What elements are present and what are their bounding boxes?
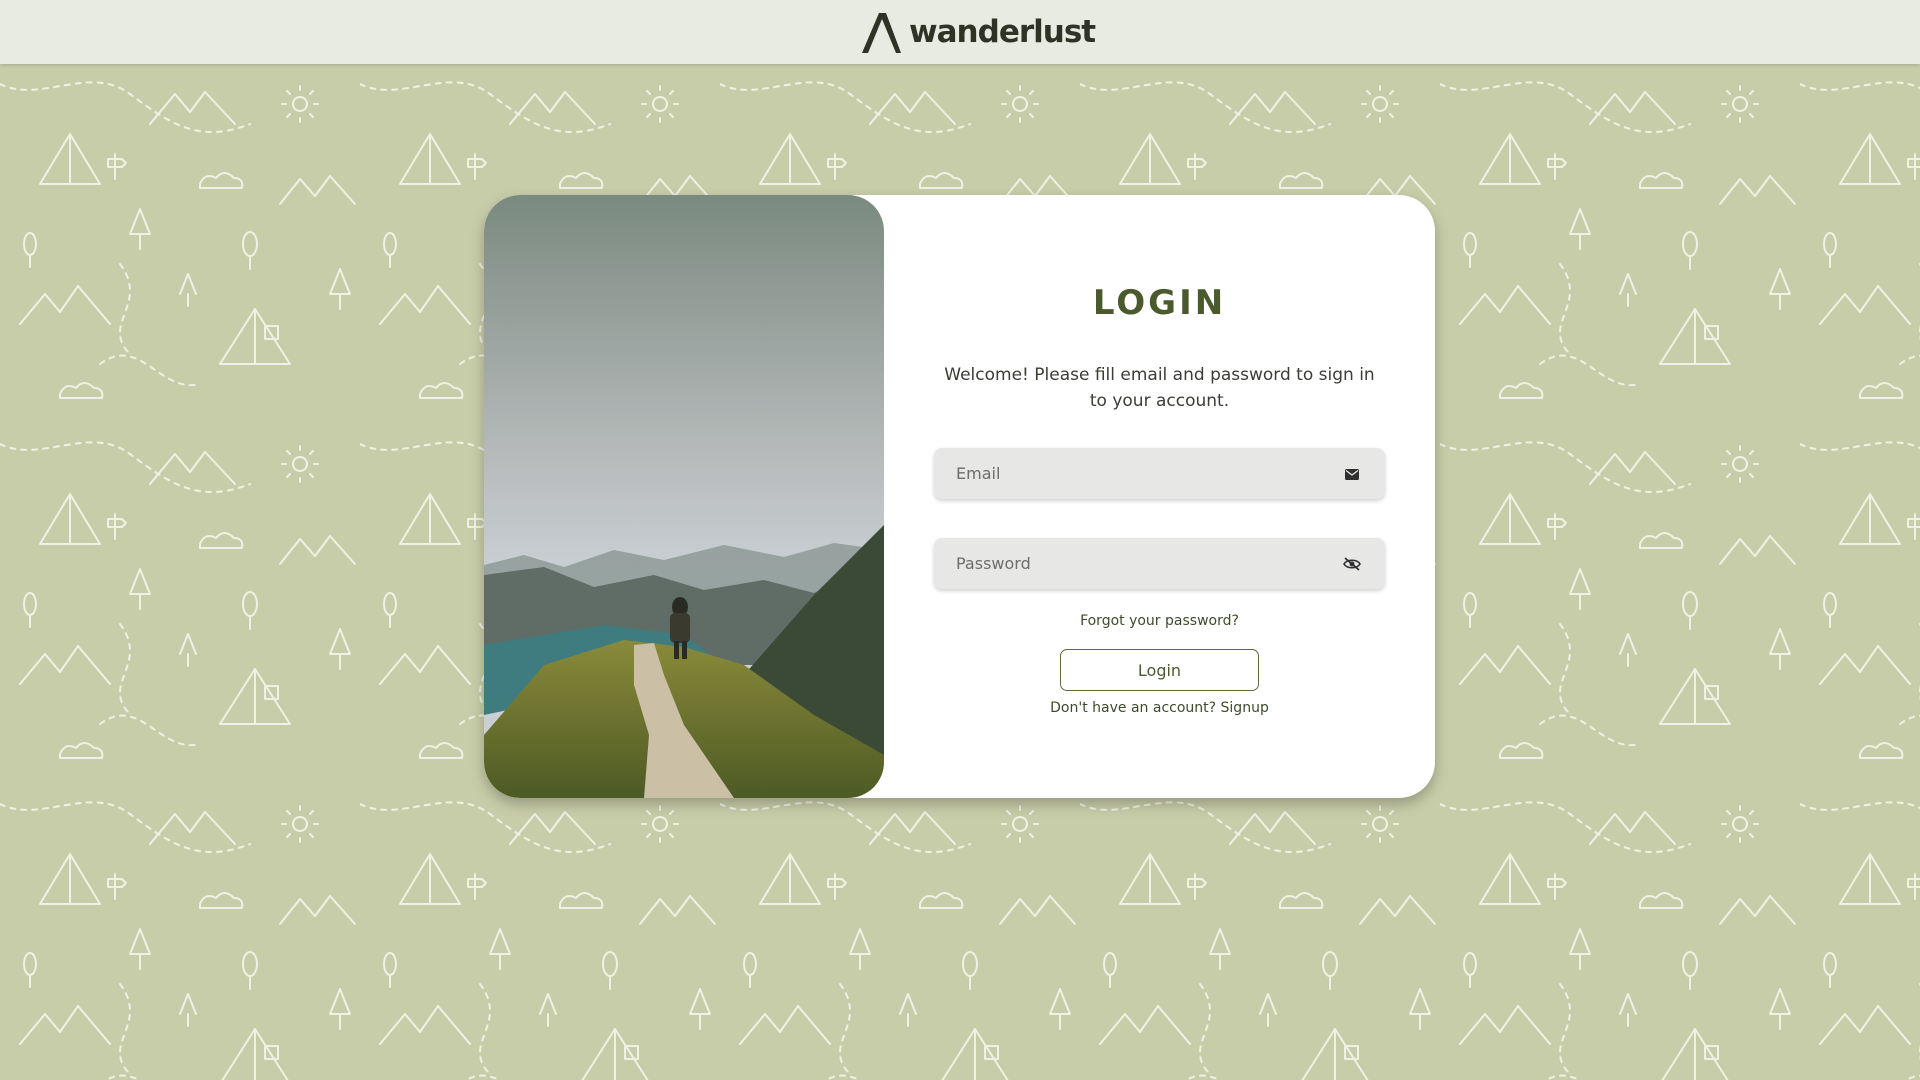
forgot-password-link[interactable]: Forgot your password? [884,613,1435,629]
brand-logo[interactable]: wanderlust [859,9,1096,55]
signup-link[interactable]: Signup [1221,700,1269,716]
mountain-logo-icon [862,13,901,53]
password-field [934,538,1385,589]
email-input[interactable] [934,448,1336,499]
hiker-photo [484,195,884,798]
top-bar: wanderlust [0,0,1920,64]
brand-name: wanderlust [909,14,1096,50]
login-form: LOGIN Welcome! Please fill email and pas… [884,195,1435,798]
login-button[interactable]: Login [1060,649,1259,691]
login-title: LOGIN [1092,283,1227,323]
welcome-text: Welcome! Please fill email and password … [944,365,1375,411]
login-card: LOGIN Welcome! Please fill email and pas… [484,195,1435,798]
email-field [934,448,1385,499]
signup-prompt: Don't have an account? Signup [884,700,1435,716]
envelope-icon [1341,463,1363,485]
eye-slash-icon[interactable] [1341,553,1363,575]
password-input[interactable] [934,538,1336,589]
signup-prompt-text: Don't have an account? [1050,700,1221,716]
